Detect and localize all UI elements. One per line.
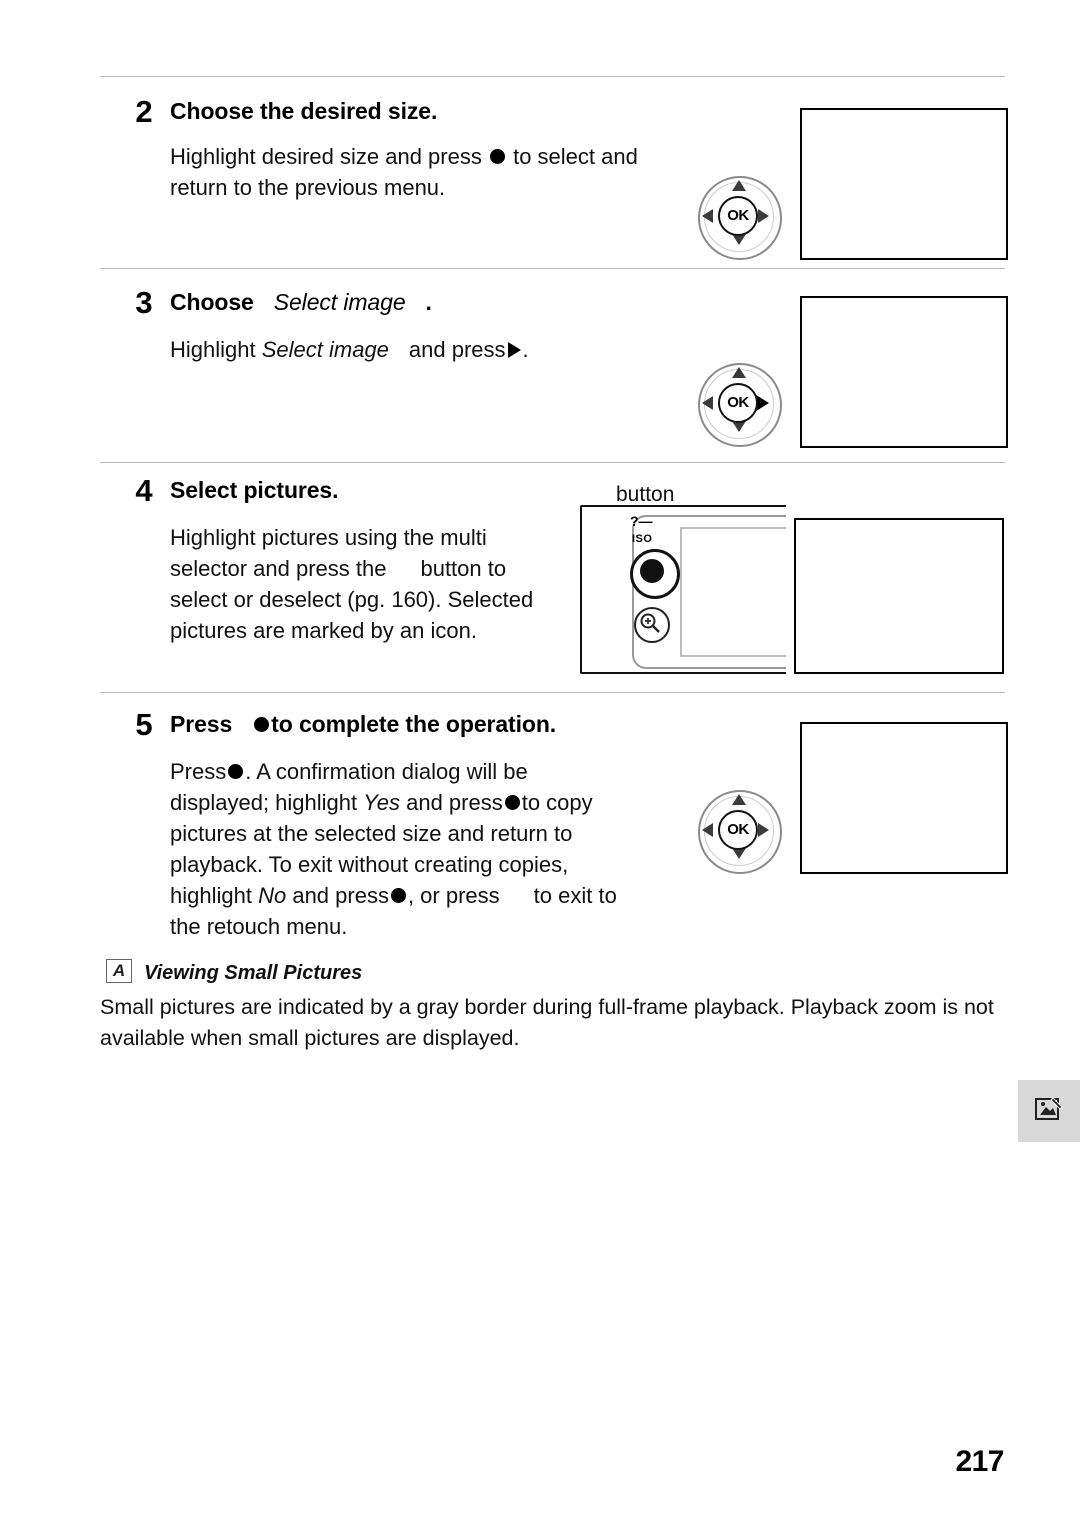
step-5-body-line2b: and press xyxy=(406,790,503,815)
left-arrow-icon xyxy=(702,396,713,410)
button-callout-label: button xyxy=(616,483,675,506)
button-center xyxy=(640,559,664,583)
step-5-body-line5b: and press xyxy=(292,883,389,908)
step-3-body-italic: Select image xyxy=(261,337,389,362)
step-2-body-line1b: to select and xyxy=(513,144,638,169)
step-2-body-line2: return to the previous menu. xyxy=(170,175,446,200)
ok-button-icon: OK xyxy=(718,196,758,236)
section-divider xyxy=(100,268,1005,269)
step-5-heading: Press to complete the operation. xyxy=(170,711,556,738)
step-5-body-line2a: displayed; highlight xyxy=(170,790,358,815)
step-3-body-pre: Highlight xyxy=(170,337,256,362)
step-5-body-line1a: Press xyxy=(170,759,227,784)
multi-selector-illustration-step2: OK xyxy=(690,168,786,264)
section-divider xyxy=(100,76,1005,77)
right-arrow-icon xyxy=(758,823,769,837)
zoom-in-button-icon xyxy=(634,607,670,643)
step-4-number: 4 xyxy=(135,473,153,508)
step-5-body-line5d: to exit to xyxy=(533,883,617,908)
step-5-body-line5c: , or press xyxy=(407,883,500,908)
page-number: 217 xyxy=(955,1445,1004,1478)
right-arrow-glyph xyxy=(507,342,521,358)
step-3-heading-italic: Select image xyxy=(273,289,406,315)
ok-button-glyph xyxy=(504,795,520,810)
step-3-heading: Choose Select image. xyxy=(170,289,432,316)
ok-button-glyph xyxy=(489,149,505,164)
step-5-body-line3: pictures at the selected size and return… xyxy=(170,821,573,846)
step-2-number: 2 xyxy=(135,94,153,129)
step-3-heading-post: . xyxy=(425,289,432,315)
step-5-body-line4: playback. To exit without creating copie… xyxy=(170,852,569,877)
up-arrow-icon xyxy=(732,180,746,191)
section-divider xyxy=(100,462,1005,463)
step-4-body-line2b: button to xyxy=(420,556,507,581)
step-2-heading: Choose the desired size. xyxy=(170,98,438,124)
step-4-body-line2a: selector and press the xyxy=(170,556,387,581)
note-line2: available when small pictures are displa… xyxy=(100,1026,520,1050)
right-arrow-icon xyxy=(758,209,769,223)
ok-button-icon: OK xyxy=(718,383,758,423)
multi-selector-illustration-step3: OK xyxy=(690,355,786,451)
section-divider xyxy=(100,692,1005,693)
retouch-menu-icon xyxy=(1035,1097,1063,1120)
left-arrow-icon xyxy=(702,823,713,837)
step-5-body-line5a: highlight xyxy=(170,883,252,908)
step-5-body-line2c: to copy xyxy=(521,790,593,815)
step-4-body-line4: pictures are marked by an icon. xyxy=(170,618,477,643)
step-5-body-line1b: . A confirmation dialog will be xyxy=(245,759,528,784)
no-option-label: No xyxy=(258,883,287,908)
step-3-heading-pre: Choose xyxy=(170,289,254,315)
step-3-body-post: and press xyxy=(408,337,506,362)
help-protect-icon: ?— xyxy=(630,513,653,529)
ok-button-icon: OK xyxy=(718,810,758,850)
menu-screenshot-step2 xyxy=(800,108,1008,260)
step-2-body-line1: Highlight desired size and press xyxy=(170,144,482,169)
step-4-body-line3: select or deselect (pg. 160). Selected xyxy=(170,587,534,612)
note-marker-icon: A xyxy=(106,959,132,983)
menu-screenshot-step3 xyxy=(800,296,1008,448)
multi-selector-illustration-step5: OK xyxy=(690,782,786,878)
note-body: Small pictures are indicated by a gray b… xyxy=(100,992,1010,1054)
step-4-heading: Select pictures. xyxy=(170,477,339,503)
left-arrow-icon xyxy=(702,209,713,223)
iso-label: ISO xyxy=(632,533,653,545)
up-arrow-icon xyxy=(732,367,746,378)
step-5-heading-post: to complete the operation. xyxy=(271,711,557,737)
ok-button-glyph xyxy=(228,764,244,779)
ok-button-glyph xyxy=(390,888,406,903)
note-line1: Small pictures are indicated by a gray b… xyxy=(100,995,994,1019)
step-5-number: 5 xyxy=(135,707,153,742)
step-5-body-line6: the retouch menu. xyxy=(170,914,348,939)
camera-monitor xyxy=(680,527,786,657)
thumbnail-zoom-out-button-icon xyxy=(630,549,680,599)
menu-screenshot-step5 xyxy=(800,722,1008,874)
ok-button-glyph xyxy=(254,717,270,732)
note-title: Viewing Small Pictures xyxy=(144,962,363,984)
step-4-body-line1: Highlight pictures using the multi xyxy=(170,525,487,550)
step-5-heading-pre: Press xyxy=(170,711,233,737)
yes-option-label: Yes xyxy=(363,790,400,815)
menu-screenshot-step4 xyxy=(794,518,1004,674)
step-3-number: 3 xyxy=(135,285,153,320)
manual-page: 2 Choose the desired size. Highlight des… xyxy=(0,0,1080,1529)
chapter-tab xyxy=(1018,1080,1080,1142)
up-arrow-icon xyxy=(732,794,746,805)
camera-back-illustration: ?— ISO xyxy=(580,505,786,674)
step-3-body-end: . xyxy=(522,337,529,362)
